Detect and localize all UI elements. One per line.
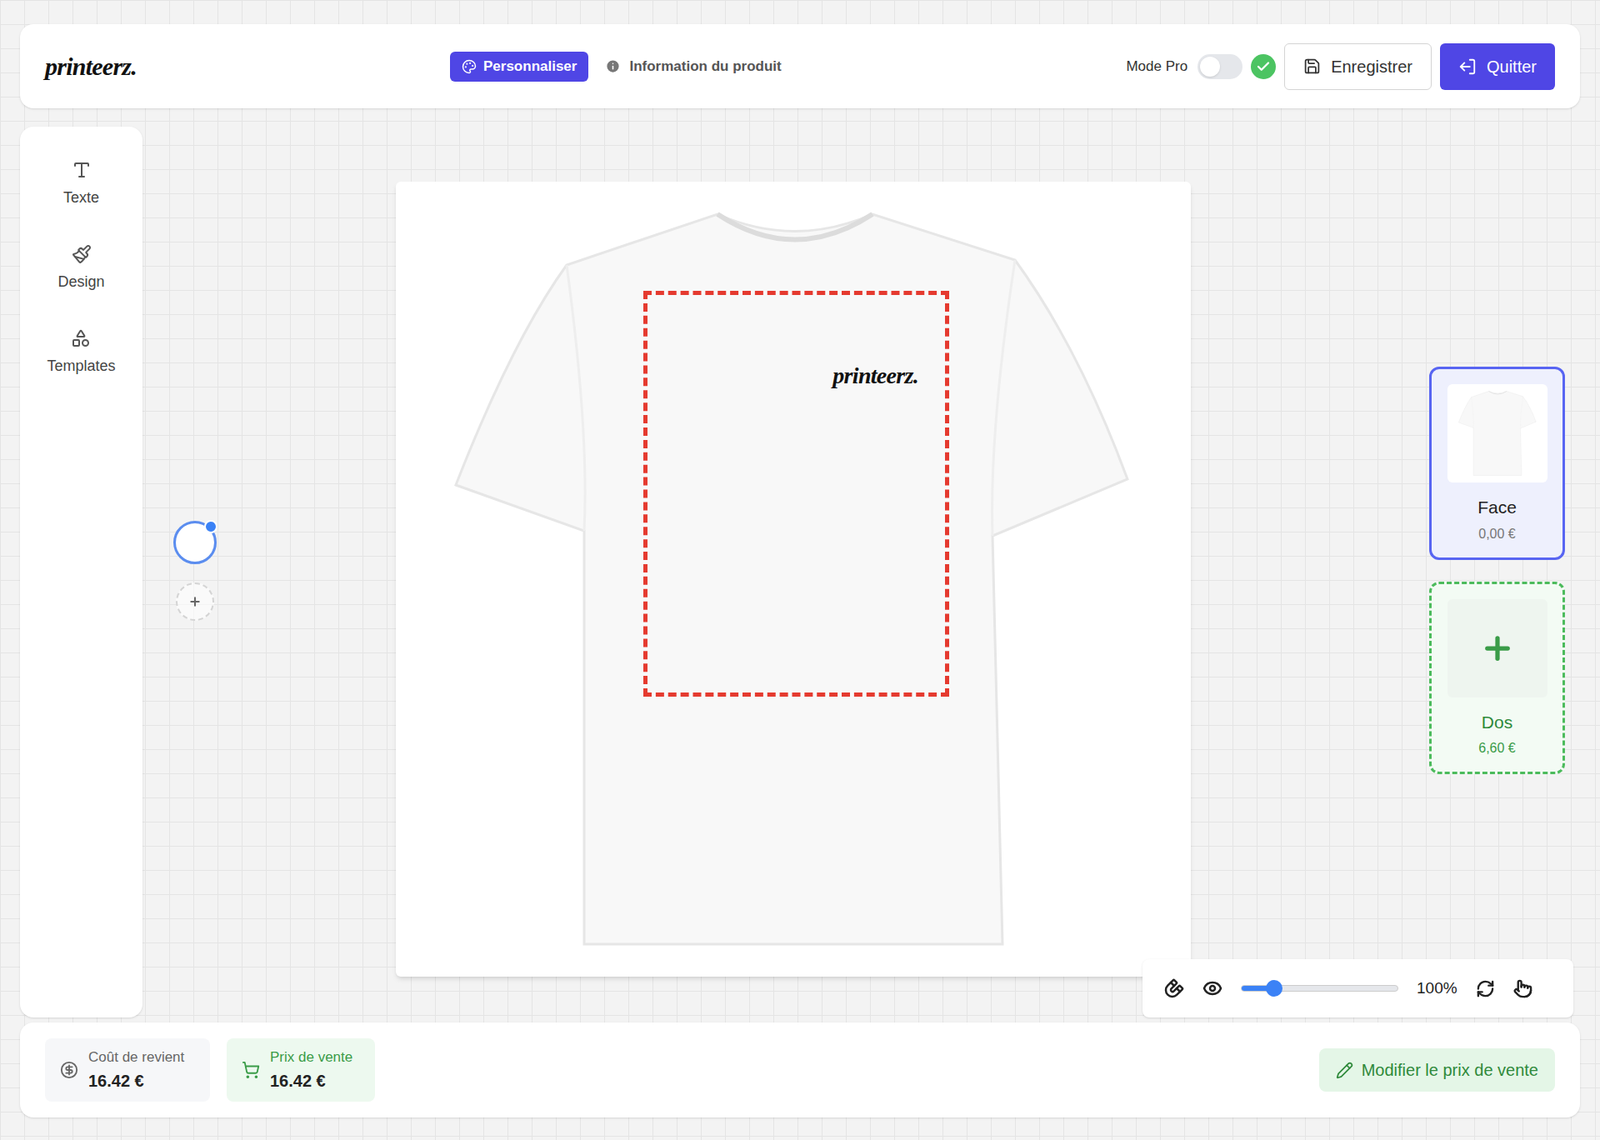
check-icon [1255, 59, 1271, 75]
view-card[interactable]: Face 0,00 € [1429, 366, 1565, 560]
slider-track [1240, 985, 1399, 992]
save-icon [1303, 57, 1321, 75]
tshirt-icon [395, 181, 1191, 977]
views: Face 0,00 € Dos6,60 € [1429, 366, 1565, 1018]
magnet-icon [1164, 978, 1185, 999]
sidebar: Texte Design Templates [20, 126, 143, 1018]
view-thumbnail [1447, 384, 1548, 483]
tshirt-icon [1450, 387, 1545, 480]
preview-button[interactable] [1202, 978, 1223, 999]
add-view-box [1447, 599, 1548, 698]
pan-button[interactable] [1513, 979, 1533, 999]
cost-text: Coût de revient16.42 € [88, 1046, 185, 1094]
zoom-slider[interactable] [1240, 978, 1399, 999]
dollar-icon [60, 1060, 79, 1080]
sale-value: 16.42 € [270, 1068, 353, 1094]
slider-thumb[interactable] [1265, 980, 1283, 997]
cart-icon [241, 1060, 260, 1080]
mode-pro-label: Mode Pro [1125, 55, 1188, 78]
quit-button[interactable]: Quitter [1440, 43, 1555, 90]
canvas-toolbar: 100% [1142, 959, 1574, 1018]
reset-button[interactable] [1475, 979, 1495, 999]
sale-card: Prix de vente16.42 € [226, 1038, 375, 1102]
hand-icon [1513, 979, 1533, 999]
templates-icon [70, 328, 91, 349]
logo-area: printeerz. [45, 47, 450, 85]
plus-icon [1480, 630, 1515, 666]
cost-card: Coût de revient16.42 € [45, 1038, 210, 1102]
palette-icon [461, 59, 477, 75]
layers [171, 126, 219, 1018]
toggle-knob [1200, 56, 1220, 77]
plus-icon [188, 595, 202, 609]
app: printeerz. Personnaliser Information du pr… [0, 0, 1600, 1140]
view-price: 0,00 € [1478, 524, 1515, 545]
sidebar-item[interactable]: Templates [46, 328, 115, 378]
info-icon [605, 58, 621, 75]
workspace: Texte Design Templates printeerz. Face 0,00 €… [20, 126, 1580, 1018]
zoom-reading: 100% [1416, 976, 1458, 1001]
pencil-icon [1335, 1061, 1354, 1080]
refresh-icon [1475, 979, 1495, 999]
cost-label: Coût de revient [88, 1046, 185, 1069]
view-label: Face [1477, 494, 1517, 521]
design-icon [71, 244, 92, 265]
layer-active-dot [204, 520, 218, 534]
bottom-bar: Coût de revient16.42 €Prix de vente16.42… [20, 1022, 1580, 1118]
add-layer-button[interactable] [175, 582, 215, 621]
eye-icon [1202, 978, 1223, 999]
design-canvas[interactable]: printeerz. [395, 181, 1191, 977]
header-actions: Mode Pro EnregistrerQuitter [1125, 43, 1555, 90]
sale-text: Prix de vente16.42 € [270, 1046, 353, 1094]
save-button[interactable]: Enregistrer [1284, 43, 1432, 90]
view-card[interactable]: Dos6,60 € [1429, 581, 1565, 775]
text-icon [71, 160, 92, 180]
tab[interactable]: Information du produit [603, 51, 783, 82]
edit-price-button[interactable]: Modifier le prix de vente [1319, 1048, 1555, 1092]
layer-button[interactable] [173, 520, 217, 565]
tabs: Personnaliser Information du produit [450, 51, 784, 82]
view-price: 6,60 € [1478, 738, 1515, 759]
print-logo[interactable]: printeerz. [832, 358, 919, 394]
sale-label: Prix de vente [270, 1046, 353, 1069]
cost-value: 16.42 € [88, 1068, 185, 1094]
logo[interactable]: printeerz. [45, 52, 137, 80]
logout-icon [1458, 57, 1477, 76]
snap-button[interactable] [1164, 978, 1185, 999]
mode-pro-toggle[interactable] [1197, 54, 1243, 80]
top-bar: printeerz. Personnaliser Information du pr… [20, 24, 1580, 109]
view-label: Dos [1481, 709, 1513, 736]
print-area[interactable]: printeerz. [643, 290, 950, 697]
sidebar-item[interactable]: Design [57, 244, 105, 294]
sidebar-item[interactable]: Texte [63, 160, 100, 210]
saved-status [1250, 54, 1276, 80]
tab[interactable]: Personnaliser [450, 51, 589, 82]
